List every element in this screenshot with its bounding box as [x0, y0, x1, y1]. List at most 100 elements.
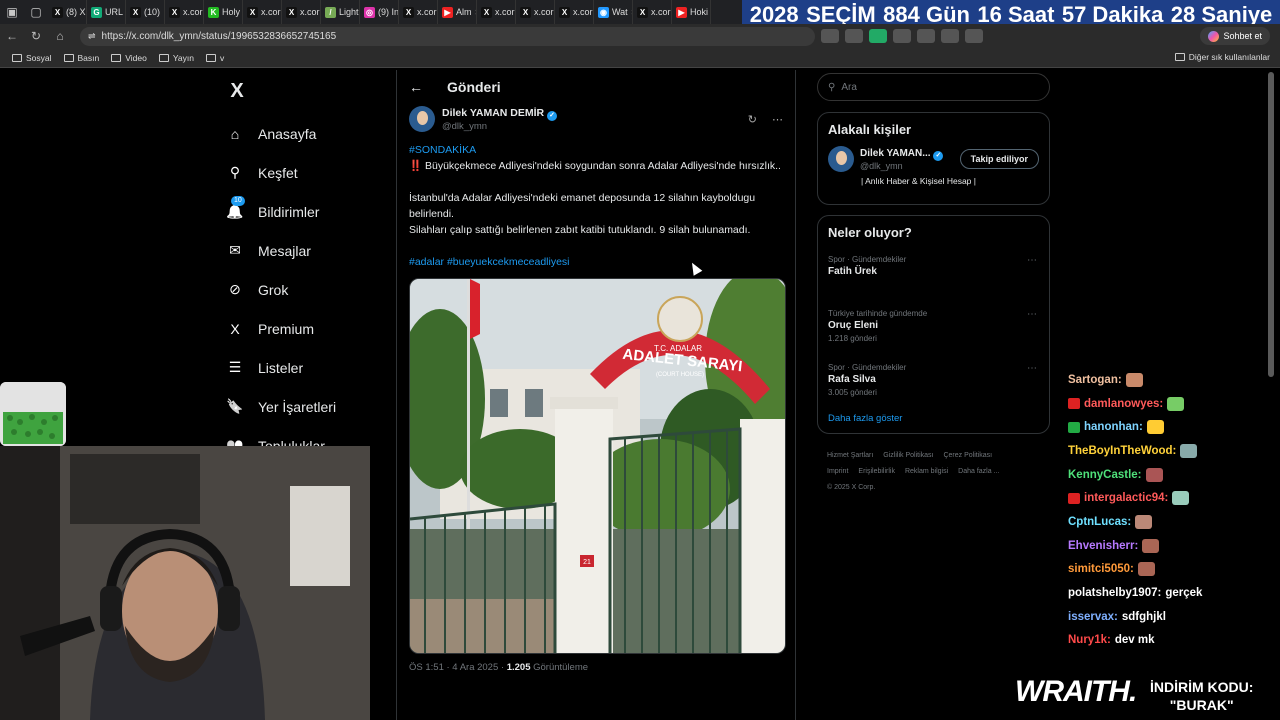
- nav-item-anasayfa[interactable]: ⌂ Anasayfa: [220, 114, 390, 153]
- footer-link[interactable]: Çerez Politikası: [943, 452, 992, 459]
- site-info-icon[interactable]: ⇌: [88, 31, 96, 42]
- nav-item-premium[interactable]: X Premium: [220, 309, 390, 348]
- nav-glyph: 🔔: [226, 203, 244, 219]
- footer-link[interactable]: Imprint: [827, 468, 848, 475]
- related-bio: | Anlık Haber & Kişisel Hesap |: [861, 176, 976, 186]
- extension-icon[interactable]: [821, 29, 839, 43]
- grok-explain-icon[interactable]: ↻: [748, 113, 757, 126]
- browser-tab[interactable]: ▶Alm✕: [438, 0, 477, 24]
- chat-username: isservax:: [1068, 610, 1118, 623]
- favorites-icon[interactable]: [941, 29, 959, 43]
- browser-tab[interactable]: /Light✕: [321, 0, 360, 24]
- bookmark-folder[interactable]: Video: [111, 53, 147, 63]
- browser-tab[interactable]: ▶Hoki✕: [672, 0, 711, 24]
- bookmark-folder[interactable]: Basın: [63, 53, 99, 63]
- trend-item[interactable]: Türkiye tarihinde gündemde Oruç Eleni 1.21…: [818, 303, 1049, 357]
- browser-tab[interactable]: Xx.cor✕: [243, 0, 282, 24]
- tab-label: x.cor: [300, 7, 320, 17]
- extension-icon[interactable]: [893, 29, 911, 43]
- extension-icon[interactable]: [869, 29, 887, 43]
- stream-chat: Sartogan: damlanowyes: hanonhan: TheBoyInTh…: [1068, 368, 1268, 652]
- search-input[interactable]: ⚲ Ara: [817, 73, 1050, 101]
- chat-emote-icon: [1142, 538, 1160, 553]
- chat-username: CptnLucas:: [1068, 515, 1132, 528]
- browser-tab[interactable]: ◎(9) In✕: [360, 0, 399, 24]
- hashtag-sondakika[interactable]: #SONDAKİKA: [409, 142, 783, 158]
- nav-item-yer-i̇şaretleri[interactable]: 🔖 Yer İşaretleri: [220, 387, 390, 426]
- avatar[interactable]: [828, 146, 854, 172]
- trend-more-icon[interactable]: ⋯: [1027, 363, 1037, 374]
- mail-icon: ✉: [226, 242, 244, 260]
- post-photo[interactable]: T.C. ADALAR ADALET SARAYI (COURT HOUSE) …: [409, 278, 786, 654]
- post-line-2: İstanbul'da Adalar Adliyesi'ndeki emanet…: [409, 192, 756, 220]
- trend-item[interactable]: Spor · Gündemdekiler Rafa Silva 3.005 gönd…: [818, 357, 1049, 411]
- related-name[interactable]: Dilek YAMAN...: [860, 148, 931, 159]
- nav-item-keşfet[interactable]: ⚲ Keşfet: [220, 153, 390, 192]
- following-button[interactable]: Takip ediliyor: [959, 149, 1039, 169]
- workspaces-icon[interactable]: ▣: [0, 0, 24, 24]
- post-author[interactable]: Dilek YAMAN DEMİR ✓ @dlk_ymn ↻ ⋯: [397, 104, 795, 134]
- post-hashtags[interactable]: #adalar #bueyuekcekmeceadliyesi: [409, 254, 783, 270]
- nav-item-grok[interactable]: ⊘ Grok: [220, 270, 390, 309]
- trend-item[interactable]: Spor · Gündemdekiler Fatih Ürek ⋯: [818, 249, 1049, 303]
- bookmark-icon: 🔖: [226, 398, 244, 416]
- tab-favicon-icon: ◉: [598, 6, 609, 18]
- tab-favicon-icon: X: [520, 6, 531, 18]
- browser-tab[interactable]: Xx.cor✕: [399, 0, 438, 24]
- copilot-chat-button[interactable]: Sohbet et: [1200, 27, 1270, 45]
- trends-title: Neler oluyor?: [828, 225, 912, 240]
- related-handle[interactable]: @dlk_ymn: [860, 161, 943, 171]
- tab-favicon-icon: X: [52, 6, 63, 18]
- browser-tab[interactable]: Xx.cor✕: [165, 0, 204, 24]
- bookmark-folder[interactable]: Yayın: [158, 53, 194, 63]
- nav-item-mesajlar[interactable]: ✉ Mesajlar: [220, 231, 390, 270]
- author-name[interactable]: Dilek YAMAN DEMİR: [442, 107, 544, 119]
- more-options-icon[interactable]: ⋯: [772, 113, 783, 126]
- footer-link[interactable]: © 2025 X Corp.: [827, 484, 875, 491]
- post-timestamp[interactable]: ÖS 1:51 · 4 Ara 2025 ·: [409, 662, 507, 673]
- avatar[interactable]: [409, 106, 435, 132]
- back-arrow-icon[interactable]: ←: [409, 79, 423, 95]
- chat-username: polatshelby1907:: [1068, 587, 1162, 600]
- browser-tab[interactable]: Xx.cor✕: [516, 0, 555, 24]
- tab-favicon-icon: /: [325, 6, 336, 18]
- extension-icon[interactable]: [845, 29, 863, 43]
- page-scrollbar[interactable]: [1268, 72, 1274, 377]
- settings-icon[interactable]: [965, 29, 983, 43]
- browser-tab[interactable]: ◉Wat✕: [594, 0, 633, 24]
- copilot-chat-label: Sohbet et: [1223, 31, 1262, 41]
- extension-icon[interactable]: [917, 29, 935, 43]
- browser-tab[interactable]: X(10)✕: [126, 0, 165, 24]
- nav-item-bildirimler[interactable]: 🔔 10 Bildirimler: [220, 192, 390, 231]
- home-browser-icon[interactable]: ⌂: [48, 29, 72, 43]
- post-header-title: Gönderi: [447, 79, 501, 95]
- browser-tab[interactable]: KHoly✕: [204, 0, 243, 24]
- footer-link[interactable]: Hizmet Şartları: [827, 452, 873, 459]
- bookmark-folder[interactable]: v: [205, 53, 224, 63]
- chat-username: hanonhan:: [1084, 421, 1143, 434]
- footer-link[interactable]: Reklam bilgisi: [905, 468, 948, 475]
- other-bookmarks[interactable]: Diğer sık kullanılanlar: [1174, 52, 1270, 62]
- author-handle[interactable]: @dlk_ymn: [442, 121, 557, 132]
- footer-link[interactable]: Erişilebilirlik: [858, 468, 895, 475]
- browser-tab[interactable]: Xx.cor✕: [633, 0, 672, 24]
- footer-link[interactable]: Gizlilik Politikası: [883, 452, 933, 459]
- trend-more-icon[interactable]: ⋯: [1027, 309, 1037, 320]
- bookmark-folder[interactable]: Sosyal: [12, 53, 52, 63]
- footer-link[interactable]: Daha fazla ...: [958, 468, 999, 475]
- browser-tab[interactable]: Xx.cor✕: [555, 0, 594, 24]
- marble-jar-image: [0, 382, 66, 446]
- browser-tab[interactable]: Xx.cor✕: [282, 0, 321, 24]
- back-icon[interactable]: ←: [0, 29, 24, 43]
- browser-tab[interactable]: GURL✕: [87, 0, 126, 24]
- tab-actions-icon[interactable]: ▢: [24, 0, 48, 24]
- browser-tab[interactable]: X(8) X✕: [48, 0, 87, 24]
- trend-more-icon[interactable]: ⋯: [1027, 255, 1037, 266]
- x-logo-icon[interactable]: X: [222, 76, 252, 106]
- url-bar[interactable]: ⇌ https://x.com/dlk_ymn/status/199653283…: [80, 26, 815, 46]
- nav-item-listeler[interactable]: ☰ Listeler: [220, 348, 390, 387]
- nav-label: Grok: [258, 281, 289, 298]
- show-more-link[interactable]: Daha fazla göster: [818, 411, 1049, 426]
- browser-tab[interactable]: Xx.cor✕: [477, 0, 516, 24]
- reload-icon[interactable]: ↻: [24, 29, 48, 43]
